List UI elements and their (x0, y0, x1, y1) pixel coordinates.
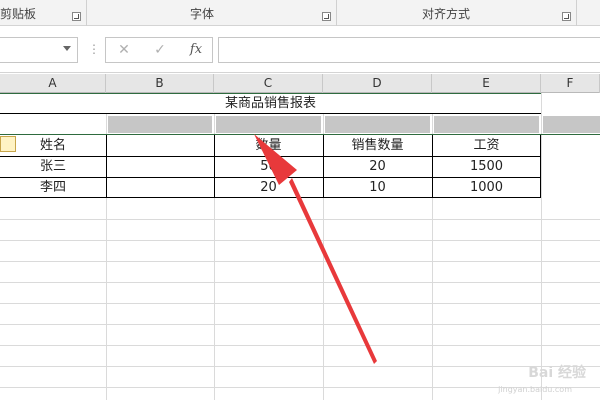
data-table: 姓名 数量 销售数量 工资 张三 50 20 1500 李四 20 10 100… (0, 135, 541, 198)
clipboard-launcher-icon[interactable] (72, 12, 81, 21)
table-cell[interactable]: 1500 (432, 156, 541, 177)
ribbon-group-clipboard-label: 剪贴板 (0, 7, 37, 21)
formula-buttons: ✕ ✓ fx (105, 37, 213, 63)
grid-line (0, 345, 600, 346)
column-header-e[interactable]: E (432, 74, 541, 93)
column-header-a[interactable]: A (0, 74, 106, 93)
table-header-b[interactable] (106, 135, 214, 156)
selected-row[interactable] (0, 114, 600, 135)
grid-line (0, 261, 600, 262)
selected-cell-b2[interactable] (108, 116, 212, 133)
column-header-d[interactable]: D (323, 74, 432, 93)
grid-line (0, 282, 600, 283)
font-launcher-icon[interactable] (322, 12, 331, 21)
table-cell[interactable]: 20 (214, 177, 323, 198)
column-header-bar: A B C D E F (0, 74, 600, 93)
table-cell[interactable]: 50 (214, 156, 323, 177)
grid-line (541, 93, 542, 400)
table-cell[interactable]: 1000 (432, 177, 541, 198)
name-box[interactable] (0, 37, 78, 63)
column-header-b[interactable]: B (106, 74, 214, 93)
check-icon[interactable]: ✓ (146, 38, 174, 62)
grid-line (0, 366, 600, 367)
selected-cell-e2[interactable] (434, 116, 539, 133)
selected-cell-d2[interactable] (325, 116, 430, 133)
watermark-url-icon: jingyan.baidu.com (498, 385, 572, 394)
grid-line (0, 303, 600, 304)
ribbon-group-font-label: 字体 (190, 7, 215, 21)
column-header-c[interactable]: C (214, 74, 323, 93)
table-header-salary[interactable]: 工资 (432, 135, 541, 156)
formula-bar: ⋮ ✕ ✓ fx (0, 27, 600, 73)
chevron-down-icon[interactable] (63, 46, 71, 51)
table-cell[interactable]: 李四 (0, 177, 106, 198)
report-title: 某商品销售报表 (224, 96, 316, 111)
selected-cell-c2[interactable] (216, 116, 321, 133)
ribbon-separator (86, 0, 87, 26)
close-icon[interactable]: ✕ (110, 38, 138, 62)
table-cell[interactable] (106, 177, 214, 198)
table-header-sales-quantity[interactable]: 销售数量 (323, 135, 432, 156)
grid-line (0, 324, 600, 325)
grid-line (0, 240, 600, 241)
ribbon-group-bar: 剪贴板 字体 对齐方式 (0, 0, 600, 26)
grid-line (0, 219, 600, 220)
alignment-launcher-icon[interactable] (562, 12, 571, 21)
table-cell[interactable]: 20 (323, 156, 432, 177)
ribbon-group-alignment-label: 对齐方式 (422, 7, 471, 21)
drag-handle-icon[interactable]: ⋮ (88, 41, 100, 57)
table-cell[interactable]: 张三 (0, 156, 106, 177)
table-header-quantity[interactable]: 数量 (214, 135, 323, 156)
ribbon-separator (576, 0, 577, 26)
formula-input[interactable] (218, 37, 600, 63)
title-row[interactable]: 某商品销售报表 (0, 93, 541, 114)
sheet-grid[interactable]: 某商品销售报表 姓名 数量 销售数量 工资 张三 50 20 1500 李四 2… (0, 93, 600, 400)
column-header-f[interactable]: F (541, 74, 600, 93)
table-cell[interactable]: 10 (323, 177, 432, 198)
insert-options-brush-icon[interactable] (0, 136, 16, 152)
ribbon-separator (336, 0, 337, 26)
insert-function-icon[interactable]: fx (182, 38, 210, 62)
table-cell[interactable] (106, 156, 214, 177)
watermark-logo-icon: Bai 经验 (528, 365, 586, 381)
selected-cell-f2[interactable] (543, 116, 600, 133)
